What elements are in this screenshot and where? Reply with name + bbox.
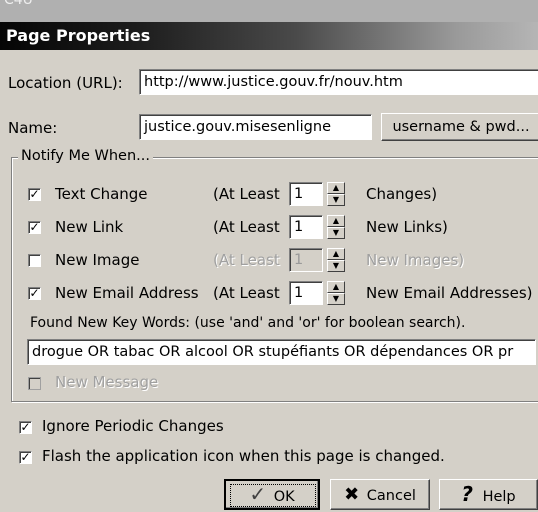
- new-image-label: New Image: [55, 251, 140, 269]
- ignore-periodic-label: Ignore Periodic Changes: [42, 417, 224, 435]
- new-image-checkbox[interactable]: [28, 254, 41, 267]
- check-icon: ✓: [20, 450, 31, 464]
- new-link-label: New Link: [55, 218, 124, 236]
- new-link-checkbox[interactable]: ✓: [28, 221, 41, 234]
- new-image-count-input: 1: [289, 248, 323, 272]
- ignore-periodic-checkbox[interactable]: ✓: [19, 421, 32, 434]
- check-icon: ✓: [20, 420, 31, 434]
- dialog-title-bar[interactable]: Page Properties: [0, 22, 538, 50]
- keywords-input[interactable]: drogue OR tabac OR alcool OR stupéfiants…: [27, 339, 536, 365]
- name-label: Name:: [8, 119, 58, 137]
- x-icon: ✖: [344, 484, 360, 505]
- text-change-checkbox[interactable]: ✓: [28, 188, 41, 201]
- flash-icon-checkbox[interactable]: ✓: [19, 451, 32, 464]
- flash-icon-label: Flash the application icon when this pag…: [42, 447, 445, 465]
- new-email-checkbox[interactable]: ✓: [28, 287, 41, 300]
- dialog-title: Page Properties: [6, 26, 151, 45]
- new-link-suffix: New Links): [366, 218, 448, 236]
- focus-rect: [230, 484, 316, 507]
- text-change-at-least: (At Least: [213, 185, 280, 203]
- new-email-count-input[interactable]: 1: [289, 281, 323, 305]
- spin-down-icon[interactable]: ▼: [327, 293, 345, 305]
- ok-button[interactable]: ✓ OK: [224, 479, 320, 510]
- help-label: Help: [482, 489, 516, 505]
- new-link-at-least: (At Least: [213, 218, 280, 236]
- new-image-at-least: (At Least: [213, 251, 280, 269]
- check-icon: ✓: [29, 187, 40, 201]
- background-fragment: C4U: [4, 0, 33, 8]
- new-message-checkbox: [28, 377, 41, 390]
- new-email-at-least: (At Least: [213, 284, 280, 302]
- keywords-label: Found New Key Words: (use 'and' and 'or'…: [30, 315, 466, 331]
- text-change-label: Text Change: [55, 185, 148, 203]
- name-input[interactable]: justice.gouv.misesenligne: [139, 114, 372, 140]
- spin-up-icon[interactable]: ▲: [327, 281, 345, 293]
- spin-up-icon[interactable]: ▲: [327, 215, 345, 227]
- check-icon: ✓: [29, 220, 40, 234]
- help-button[interactable]: ? Help: [439, 479, 538, 510]
- text-change-suffix: Changes): [366, 185, 438, 203]
- username-password-label: username & pwd...: [392, 119, 530, 135]
- new-message-label: New Message: [55, 373, 159, 391]
- background-strip: C4U: [0, 0, 538, 22]
- new-image-suffix: New Images): [366, 251, 465, 269]
- location-input[interactable]: http://www.justice.gouv.fr/nouv.htm: [139, 69, 538, 95]
- spin-down-icon[interactable]: ▼: [327, 227, 345, 239]
- spin-down-icon[interactable]: ▼: [327, 194, 345, 206]
- cancel-button[interactable]: ✖ Cancel: [330, 479, 430, 510]
- spin-up-icon[interactable]: ▲: [327, 182, 345, 194]
- new-link-spinner[interactable]: ▲ ▼: [327, 215, 345, 239]
- new-email-suffix: New Email Addresses): [366, 284, 533, 302]
- cancel-label: Cancel: [366, 488, 416, 504]
- location-label: Location (URL):: [8, 74, 123, 92]
- spin-up-icon: ▲: [327, 248, 345, 260]
- new-email-spinner[interactable]: ▲ ▼: [327, 281, 345, 305]
- question-icon: ?: [461, 482, 473, 506]
- new-image-spinner: ▲ ▼: [327, 248, 345, 272]
- username-password-button[interactable]: username & pwd...: [381, 113, 538, 141]
- check-icon: ✓: [29, 286, 40, 300]
- text-change-count-input[interactable]: 1: [289, 182, 323, 206]
- new-link-count-input[interactable]: 1: [289, 215, 323, 239]
- spin-down-icon: ▼: [327, 260, 345, 272]
- notify-group-label: Notify Me When...: [18, 148, 153, 164]
- new-email-label: New Email Address: [55, 284, 199, 302]
- text-change-spinner[interactable]: ▲ ▼: [327, 182, 345, 206]
